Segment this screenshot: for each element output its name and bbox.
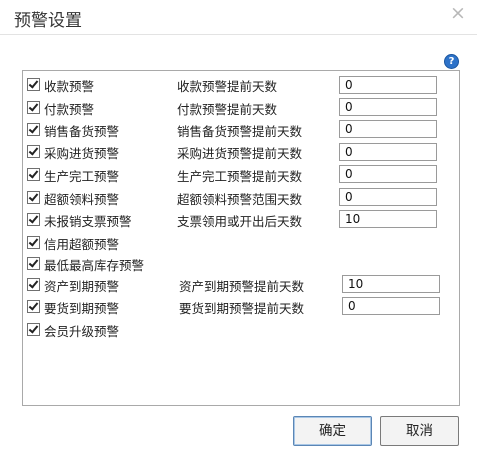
checkbox-label: 生产完工预警 <box>44 169 120 184</box>
request-expiry-days-input[interactable] <box>342 297 440 315</box>
checkbox-label: 会员升级预警 <box>44 324 120 339</box>
cancel-button[interactable]: 取消 <box>380 416 459 446</box>
help-icon[interactable]: ? <box>444 54 459 69</box>
sales-stock-days-label: 销售备货预警提前天数 <box>177 124 303 139</box>
title-bar: 预警设置 × <box>0 0 477 35</box>
excess-material-days-label: 超额领料预警范围天数 <box>177 192 303 207</box>
check-mark-icon <box>28 191 39 202</box>
production-days-label: 生产完工预警提前天数 <box>177 169 303 184</box>
warning-settings-dialog: 预警设置 × ? 收款预警 付款预警 销售备货预警 采购进货预警 生产完工预警 … <box>0 0 477 460</box>
check-mark-icon <box>28 78 39 89</box>
checkbox-label: 付款预警 <box>44 102 95 117</box>
checkbox-label: 要货到期预警 <box>44 301 120 316</box>
checkbox[interactable] <box>27 213 40 226</box>
excess-material-days-input[interactable] <box>339 188 437 206</box>
check-mark-icon <box>28 213 39 224</box>
payment-days-label: 付款预警提前天数 <box>177 102 278 117</box>
purchase-days-label: 采购进货预警提前天数 <box>177 146 303 161</box>
check-mark-icon <box>28 123 39 134</box>
receipt-days-input[interactable] <box>339 76 437 94</box>
check-mark-icon <box>28 145 39 156</box>
check-mark-icon <box>28 236 39 247</box>
checkbox-label: 最低最高库存预警 <box>44 258 145 273</box>
checkbox-label: 采购进货预警 <box>44 146 120 161</box>
checkbox[interactable] <box>27 123 40 136</box>
payment-days-input[interactable] <box>339 98 437 116</box>
check-days-label: 支票领用或开出后天数 <box>177 214 303 229</box>
checkbox[interactable] <box>27 278 40 291</box>
request-expiry-days-label: 要货到期预警提前天数 <box>179 301 305 316</box>
close-icon[interactable]: × <box>448 3 468 23</box>
sales-stock-days-input[interactable] <box>339 120 437 138</box>
check-mark-icon <box>28 278 39 289</box>
asset-expiry-days-label: 资产到期预警提前天数 <box>179 279 305 294</box>
check-mark-icon <box>28 323 39 334</box>
production-days-input[interactable] <box>339 165 437 183</box>
purchase-days-input[interactable] <box>339 143 437 161</box>
checkbox[interactable] <box>27 236 40 249</box>
ok-button[interactable]: 确定 <box>293 416 372 446</box>
checkbox-label: 超额领料预警 <box>44 192 120 207</box>
check-days-input[interactable] <box>339 210 437 228</box>
check-mark-icon <box>28 168 39 179</box>
checkbox[interactable] <box>27 300 40 313</box>
checkbox-label: 信用超额预警 <box>44 237 120 252</box>
checkbox-label: 资产到期预警 <box>44 279 120 294</box>
checkbox-label: 销售备货预警 <box>44 124 120 139</box>
checkbox[interactable] <box>27 101 40 114</box>
checkbox[interactable] <box>27 191 40 204</box>
dialog-title: 预警设置 <box>14 11 82 31</box>
checkbox[interactable] <box>27 323 40 336</box>
checkbox-label: 收款预警 <box>44 79 95 94</box>
checkbox[interactable] <box>27 78 40 91</box>
checkbox[interactable] <box>27 145 40 158</box>
receipt-days-label: 收款预警提前天数 <box>177 79 278 94</box>
check-mark-icon <box>28 257 39 268</box>
checkbox[interactable] <box>27 168 40 181</box>
check-mark-icon <box>28 300 39 311</box>
check-mark-icon <box>28 101 39 112</box>
checkbox[interactable] <box>27 257 40 270</box>
asset-expiry-days-input[interactable] <box>342 275 440 293</box>
checkbox-label: 未报销支票预警 <box>44 214 132 229</box>
